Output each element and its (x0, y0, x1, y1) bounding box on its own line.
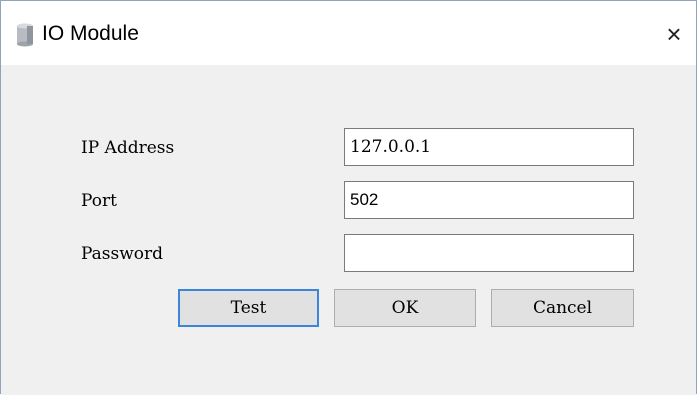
password-input[interactable] (344, 234, 634, 272)
cancel-button[interactable]: Cancel (491, 289, 634, 327)
dialog-body (1, 65, 696, 395)
ip-address-value: 127.0.0.1 (350, 137, 432, 157)
close-icon: × (666, 19, 682, 49)
port-input[interactable]: 502 (344, 181, 634, 219)
ok-button[interactable]: OK (334, 289, 476, 327)
window-title: IO Module (42, 22, 139, 45)
title-bar[interactable]: IO Module × (1, 1, 696, 65)
password-label: Password (81, 244, 164, 264)
port-label: Port (81, 191, 117, 211)
cylinder-icon (17, 23, 33, 47)
io-module-dialog: IO Module × IP Address 127.0.0.1 Port 50… (0, 0, 697, 395)
close-button[interactable]: × (656, 18, 692, 50)
ip-address-input[interactable]: 127.0.0.1 (344, 128, 634, 166)
port-value: 502 (350, 190, 379, 209)
test-button[interactable]: Test (178, 289, 319, 327)
ip-address-label: IP Address (81, 138, 175, 158)
